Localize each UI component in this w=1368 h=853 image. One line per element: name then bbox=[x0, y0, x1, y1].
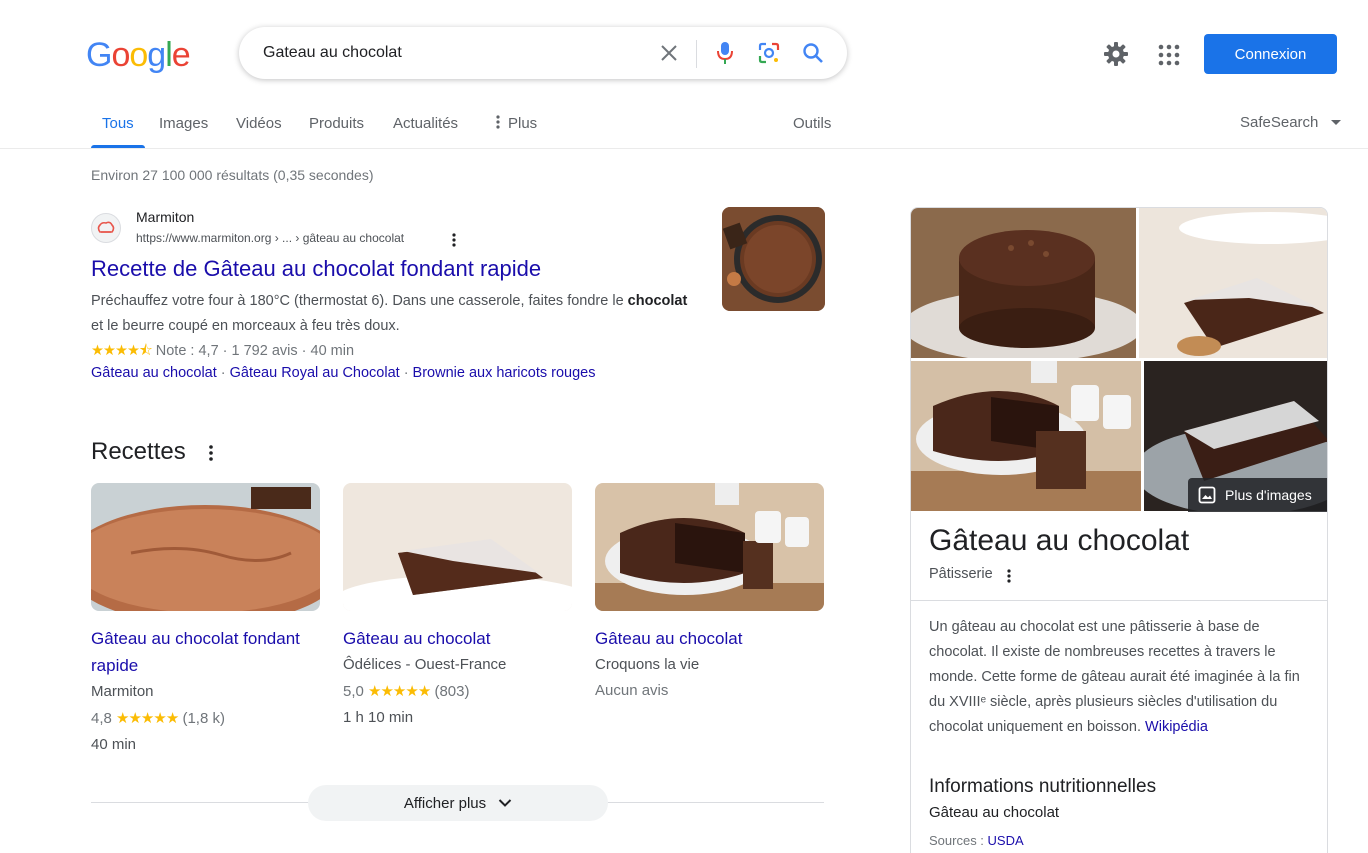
safesearch-button[interactable]: SafeSearch bbox=[1240, 114, 1318, 131]
kp-subtitle: Pâtisserie bbox=[929, 566, 993, 582]
tab-all[interactable]: Tous bbox=[102, 115, 134, 132]
sublink-separator: · bbox=[403, 365, 409, 381]
result-menu-icon[interactable] bbox=[449, 232, 459, 248]
lens-icon[interactable] bbox=[757, 41, 781, 65]
rating-stars: ★★★★⯪ bbox=[91, 343, 153, 359]
nutrition-sources: Sources : USDA bbox=[929, 833, 1024, 848]
clear-icon[interactable] bbox=[657, 41, 681, 65]
search-input[interactable] bbox=[263, 40, 663, 66]
recipe-card[interactable]: Gâteau au chocolat Croquons la vie Aucun… bbox=[595, 483, 825, 699]
usda-link[interactable]: USDA bbox=[988, 833, 1024, 848]
recipe-rating: 4,8 ★★★★★ (1,8 k) bbox=[91, 709, 321, 727]
recipes-menu-icon[interactable] bbox=[205, 444, 217, 462]
tab-more[interactable]: Plus bbox=[494, 115, 537, 132]
result-thumbnail[interactable] bbox=[722, 207, 825, 311]
recipe-time: 1 h 10 min bbox=[343, 709, 414, 726]
sublink-gateau-royal[interactable]: Gâteau Royal au Chocolat bbox=[230, 365, 400, 381]
chevron-down-icon bbox=[498, 799, 512, 807]
chevron-down-icon[interactable] bbox=[1331, 120, 1341, 125]
recipes-heading: Recettes bbox=[91, 438, 186, 465]
search-tabs: Tous Images Vidéos Produits Actualités P… bbox=[0, 108, 1368, 149]
kp-image-1[interactable] bbox=[911, 208, 1136, 358]
recipe-title[interactable]: Gâteau au chocolat bbox=[343, 625, 573, 652]
recipe-rating-count: (1,8 k) bbox=[182, 710, 225, 727]
image-icon bbox=[1198, 486, 1216, 504]
result-stats: Environ 27 100 000 résultats (0,35 secon… bbox=[91, 167, 374, 183]
more-images-button[interactable]: Plus d'images bbox=[1188, 478, 1327, 512]
result-title-link[interactable]: Recette de Gâteau au chocolat fondant ra… bbox=[91, 256, 541, 282]
recipe-title[interactable]: Gâteau au chocolat fondant rapide bbox=[91, 625, 321, 679]
signin-button[interactable]: Connexion bbox=[1204, 34, 1337, 74]
show-more-button[interactable]: Afficher plus bbox=[308, 785, 608, 821]
recipe-rating-stars: ★★★★★ bbox=[116, 710, 179, 727]
kp-title: Gâteau au chocolat bbox=[929, 524, 1190, 557]
result-snippet: Préchauffez votre four à 180°C (thermost… bbox=[91, 289, 691, 339]
sublink-brownie[interactable]: Brownie aux haricots rouges bbox=[413, 365, 596, 381]
show-more-label: Afficher plus bbox=[403, 794, 487, 812]
rating-text: Note : 4,7 · 1 792 avis · 40 min bbox=[155, 343, 355, 359]
tab-more-label: Plus bbox=[508, 115, 538, 132]
recipe-card[interactable]: Gâteau au chocolat Ôdélices - Ouest-Fran… bbox=[343, 483, 573, 726]
sublink-separator: · bbox=[220, 365, 226, 381]
recipe-rating-value: 4,8 bbox=[91, 710, 112, 727]
nutrition-item: Gâteau au chocolat bbox=[929, 804, 1060, 821]
recipe-card[interactable]: Gâteau au chocolat fondant rapide Marmit… bbox=[91, 483, 321, 753]
kp-image-3[interactable] bbox=[911, 361, 1141, 511]
recipe-image[interactable] bbox=[91, 483, 320, 611]
result-sublinks: Gâteau au chocolat · Gâteau Royal au Choco… bbox=[91, 365, 596, 381]
tab-news[interactable]: Actualités bbox=[393, 115, 458, 132]
recipe-title[interactable]: Gâteau au chocolat bbox=[595, 625, 825, 652]
recipe-no-reviews: Aucun avis bbox=[595, 682, 669, 699]
nutrition-heading: Informations nutritionnelles bbox=[929, 776, 1157, 797]
snippet-bold: chocolat bbox=[627, 293, 688, 309]
search-icon[interactable] bbox=[801, 41, 825, 65]
chef-hat-icon bbox=[97, 221, 115, 233]
recipe-source: Ôdélices - Ouest-France bbox=[343, 656, 507, 673]
recipe-source: Marmiton bbox=[91, 683, 154, 700]
search-box bbox=[239, 27, 847, 79]
recipe-source: Croquons la vie bbox=[595, 656, 700, 673]
tab-images[interactable]: Images bbox=[159, 115, 208, 132]
more-images-label: Plus d'images bbox=[1225, 487, 1312, 503]
recipe-image[interactable] bbox=[343, 483, 572, 611]
snippet-text-2: et le beurre coupé en morceaux à feu trè… bbox=[91, 318, 400, 334]
tools-button[interactable]: Outils bbox=[793, 115, 831, 132]
apps-grid-icon[interactable] bbox=[1157, 43, 1181, 67]
marmiton-favicon[interactable] bbox=[91, 213, 121, 243]
wikipedia-link[interactable]: Wikipédia bbox=[1145, 719, 1208, 735]
recipe-rating-count: (803) bbox=[434, 683, 470, 700]
kp-description-text: Un gâteau au chocolat est une pâtisserie… bbox=[929, 619, 1300, 735]
recipe-time: 40 min bbox=[91, 736, 137, 753]
tab-videos[interactable]: Vidéos bbox=[236, 115, 282, 132]
result-site-name[interactable]: Marmiton bbox=[136, 209, 194, 225]
knowledge-panel: Plus d'images Gâteau au chocolat Pâtisse… bbox=[910, 207, 1328, 853]
kp-description: Un gâteau au chocolat est une pâtisserie… bbox=[929, 615, 1314, 740]
recipe-rating-value: 5,0 bbox=[343, 683, 364, 700]
microphone-icon[interactable] bbox=[713, 41, 737, 65]
kp-divider bbox=[911, 600, 1327, 601]
more-vert-icon bbox=[496, 115, 500, 129]
sources-label: Sources : bbox=[929, 833, 988, 848]
recipe-rating-stars: ★★★★★ bbox=[368, 683, 431, 700]
result-rating: ★★★★⯪ Note : 4,7 · 1 792 avis · 40 min bbox=[91, 340, 354, 365]
recipe-image[interactable] bbox=[595, 483, 824, 611]
kp-menu-icon[interactable] bbox=[1004, 568, 1014, 584]
google-logo[interactable]: Google bbox=[86, 36, 191, 75]
snippet-text-1: Préchauffez votre four à 180°C (thermost… bbox=[91, 293, 628, 309]
kp-image-2[interactable] bbox=[1139, 208, 1327, 358]
result-url[interactable]: https://www.marmiton.org › ... › gâteau … bbox=[136, 231, 404, 245]
active-tab-indicator bbox=[91, 145, 145, 148]
search-divider bbox=[696, 40, 697, 68]
recipe-rating: 5,0 ★★★★★ (803) bbox=[343, 682, 573, 700]
tab-products[interactable]: Produits bbox=[309, 115, 364, 132]
sublink-gateau-chocolat[interactable]: Gâteau au chocolat bbox=[91, 365, 217, 381]
settings-gear-icon[interactable] bbox=[1103, 41, 1129, 67]
